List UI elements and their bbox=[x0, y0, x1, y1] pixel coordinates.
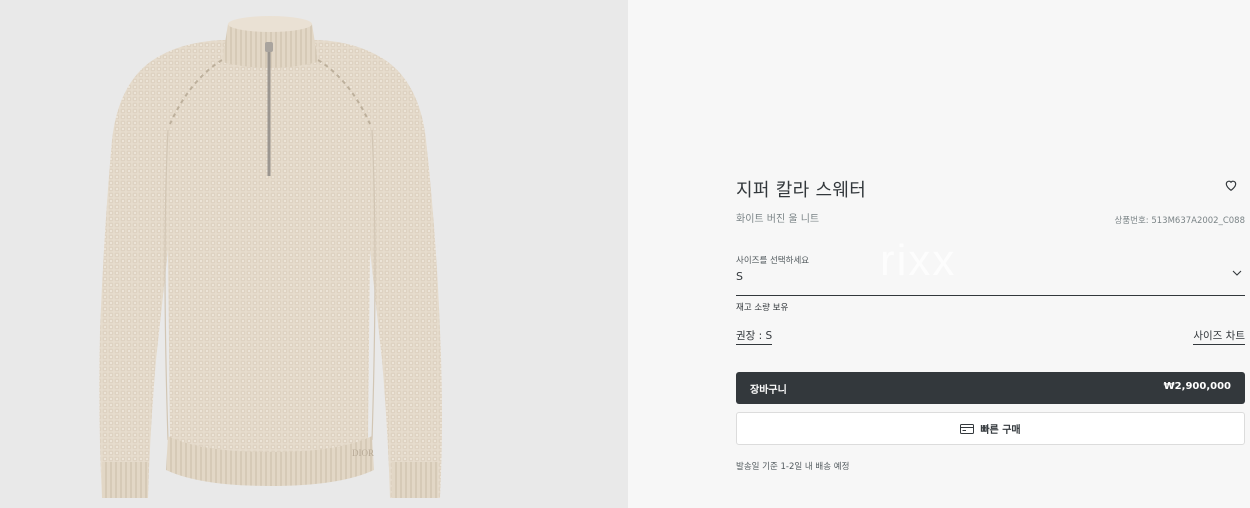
product-title: 지퍼 칼라 스웨터 bbox=[736, 180, 867, 201]
sweater-image: DIOR bbox=[99, 16, 442, 498]
heart-icon[interactable] bbox=[1224, 178, 1238, 192]
svg-text:DIOR: DIOR bbox=[352, 448, 374, 458]
add-to-cart-button[interactable]: 장바구니 ₩2,900,000 bbox=[736, 372, 1245, 404]
stock-status: 재고 소량 보유 bbox=[736, 303, 789, 313]
quick-buy-label: 빠른 구매 bbox=[980, 425, 1021, 436]
size-select[interactable]: 사이즈를 선택하세요 S bbox=[736, 252, 1245, 296]
product-reference: 상품번호: 513M637A2002_C088 bbox=[1114, 216, 1245, 226]
recommended-size: 권장 : S bbox=[736, 328, 773, 345]
product-image-panel[interactable]: DIOR bbox=[0, 0, 628, 508]
delivery-info: 발송일 기준 1-2일 내 배송 예정 bbox=[736, 462, 850, 472]
size-select-label: 사이즈를 선택하세요 bbox=[736, 256, 810, 266]
watermark: rixx bbox=[880, 236, 957, 285]
quick-buy-button[interactable]: 빠른 구매 bbox=[736, 412, 1245, 445]
product-price: ₩2,900,000 bbox=[1163, 381, 1231, 392]
product-subtitle: 화이트 버진 울 니트 bbox=[736, 214, 820, 225]
size-select-value: S bbox=[736, 270, 743, 283]
product-info-panel: 지퍼 칼라 스웨터 화이트 버진 울 니트 상품번호: 513M637A2002… bbox=[628, 0, 1250, 508]
credit-card-icon bbox=[960, 423, 975, 434]
chevron-down-icon[interactable] bbox=[1231, 267, 1243, 279]
size-chart-link[interactable]: 사이즈 차트 bbox=[1193, 328, 1245, 345]
add-to-cart-label: 장바구니 bbox=[750, 385, 787, 396]
